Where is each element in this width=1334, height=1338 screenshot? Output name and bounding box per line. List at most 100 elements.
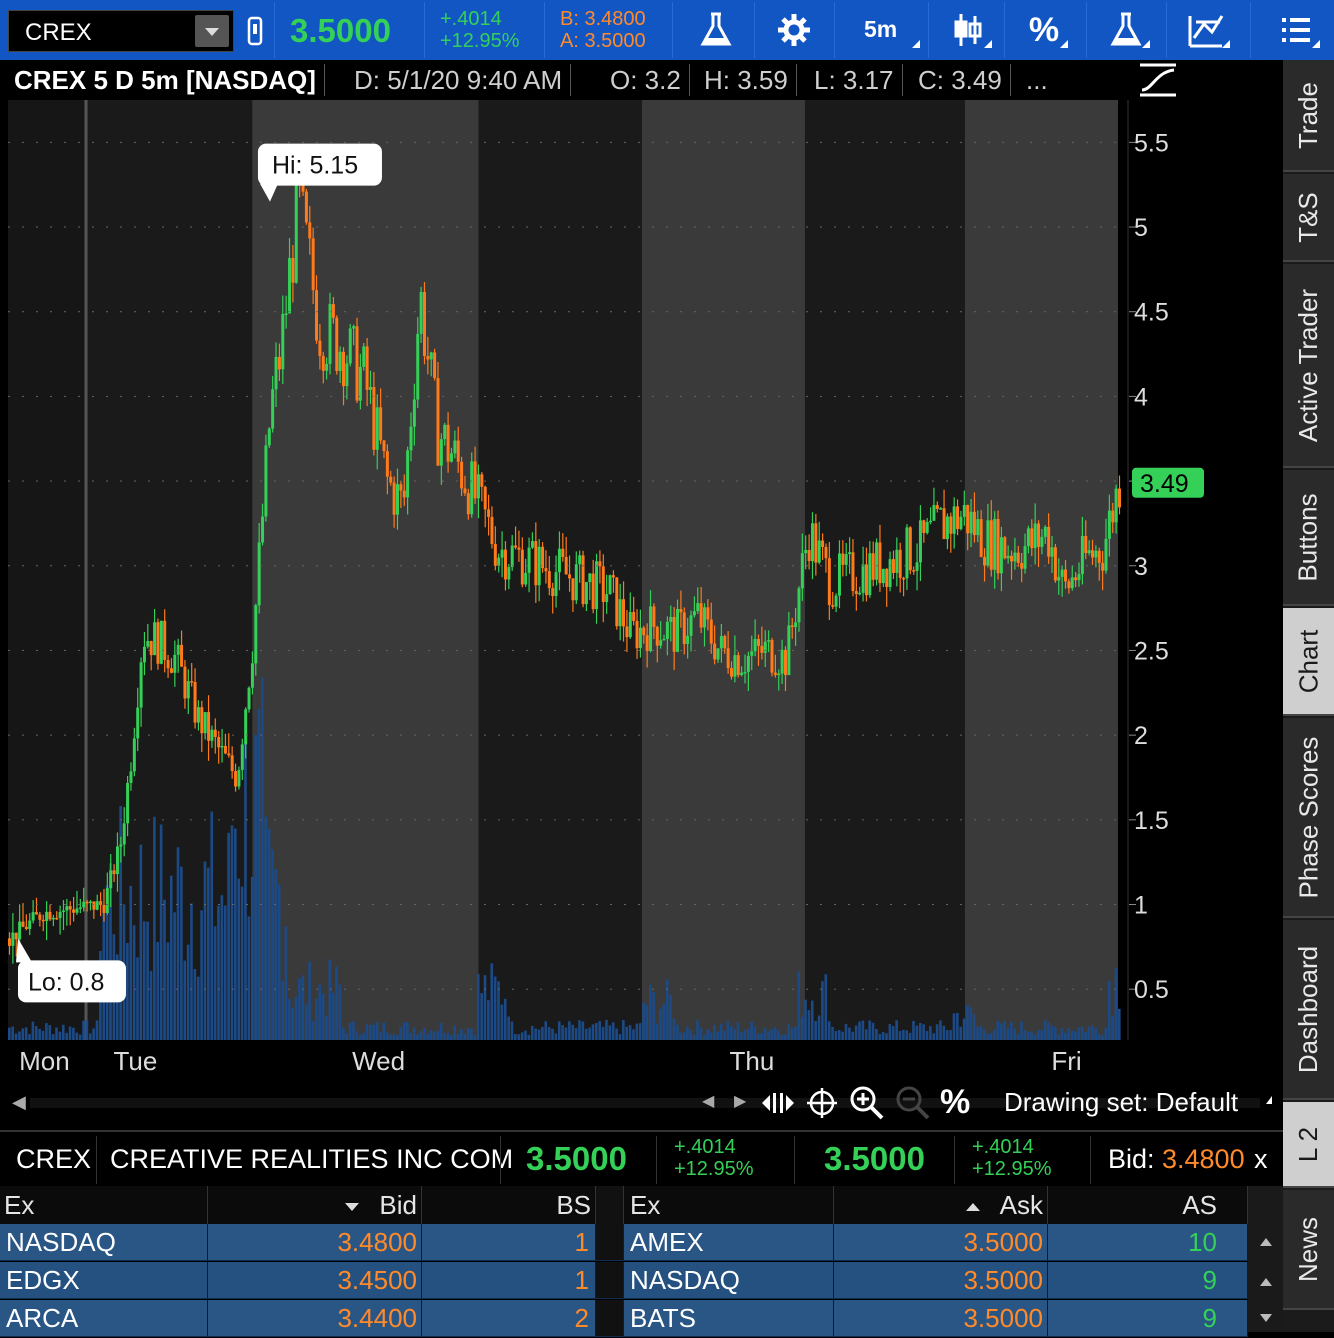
scroll-up-icon-2[interactable]: [1260, 1278, 1272, 1286]
volume-bar: [419, 1030, 423, 1040]
more-ellipsis[interactable]: ...: [1018, 64, 1056, 96]
candle-body: [831, 604, 835, 607]
volume-bar: [200, 910, 203, 1040]
candle-body: [1080, 535, 1084, 575]
col-as[interactable]: AS: [1048, 1186, 1248, 1224]
candle-body: [821, 540, 825, 547]
volume-bar: [227, 832, 230, 1040]
volume-bar: [949, 1030, 952, 1040]
chevron-down-icon[interactable]: [195, 15, 229, 47]
col-bid[interactable]: Bid: [208, 1186, 422, 1224]
candle-body: [672, 616, 676, 652]
candle-body: [129, 771, 133, 783]
candle-body: [726, 648, 730, 669]
candlestick-style-icon[interactable]: [938, 6, 998, 54]
candle-body: [1070, 577, 1074, 589]
tab-trade[interactable]: Trade: [1283, 60, 1334, 172]
book-scrollbar[interactable]: [1248, 1186, 1283, 1332]
volume-bar: [628, 1025, 632, 1040]
zoom-out-icon[interactable]: [894, 1084, 932, 1120]
net-change: +.4014 +12.95%: [440, 8, 520, 52]
expand-width-icon[interactable]: [760, 1088, 796, 1118]
volume-bar: [230, 825, 234, 1040]
volume-bar: [409, 1033, 413, 1040]
volume-bar: [837, 1029, 841, 1040]
candle-body: [652, 606, 656, 627]
candle-body: [149, 641, 153, 656]
volume-bar: [325, 1015, 328, 1040]
col-bs[interactable]: BS: [422, 1186, 596, 1224]
tab-news[interactable]: News: [1283, 1190, 1334, 1310]
candle-body: [65, 906, 69, 911]
percent-icon[interactable]: %: [1014, 6, 1074, 54]
candle-body: [760, 645, 764, 653]
l2-symbol[interactable]: CREX: [16, 1142, 91, 1176]
tab-level-2[interactable]: L 2: [1283, 1102, 1334, 1188]
tab-buttons[interactable]: Buttons: [1283, 470, 1334, 606]
candle-body: [213, 729, 217, 738]
col-ask[interactable]: Ask: [834, 1186, 1048, 1224]
candle-body: [922, 520, 926, 533]
crosshair-icon[interactable]: [806, 1087, 838, 1119]
l2-bid-x: x: [1254, 1144, 1268, 1174]
scroll-left-icon[interactable]: ◀: [12, 1092, 26, 1113]
scroll-down-icon[interactable]: [1260, 1314, 1272, 1322]
studies-flask-icon[interactable]: [1096, 6, 1156, 54]
volume-bar: [622, 1020, 625, 1040]
volume-bar: [773, 1027, 777, 1040]
volume-bar: [1087, 1026, 1091, 1040]
menu-list-icon[interactable]: [1266, 6, 1326, 54]
tab-active-trader[interactable]: Active Trader: [1283, 264, 1334, 468]
volume-bar: [659, 1008, 662, 1040]
candle-body: [841, 553, 845, 565]
volume-bar: [898, 1031, 902, 1040]
flask-icon[interactable]: [686, 6, 746, 54]
volume-bar: [821, 981, 824, 1040]
link-icon[interactable]: [246, 16, 264, 46]
volume-bar: [240, 886, 244, 1040]
volume-bar: [598, 1021, 602, 1040]
volume-bar: [736, 1022, 740, 1040]
candle-body: [288, 257, 292, 314]
tab-phase-scores[interactable]: Phase Scores: [1283, 718, 1334, 918]
ask-value: A: 3.5000: [560, 30, 646, 52]
tab-dashboard[interactable]: Dashboard: [1283, 920, 1334, 1100]
volume-bar: [65, 1032, 68, 1040]
volume-bar: [500, 1004, 504, 1040]
zoom-in-icon[interactable]: [848, 1084, 886, 1120]
volume-bar: [315, 998, 318, 1040]
tab-chart[interactable]: Chart: [1283, 608, 1334, 716]
pan-left-icon[interactable]: ◀: [702, 1084, 714, 1120]
percent-view-icon[interactable]: %: [940, 1084, 970, 1120]
candle-body: [358, 366, 362, 401]
candle-body: [844, 554, 848, 565]
candle-body: [972, 511, 976, 536]
candle-body: [409, 426, 413, 451]
tab-time-and-sales[interactable]: T&S: [1283, 174, 1334, 262]
volume-bar: [790, 1028, 794, 1040]
drawing-set-dropdown-icon[interactable]: [1266, 1096, 1272, 1104]
pan-right-icon[interactable]: ▶: [734, 1084, 746, 1120]
volume-bar: [456, 1033, 460, 1040]
volume-bar: [682, 1032, 686, 1040]
candle-body: [136, 707, 140, 739]
drawing-set-selector[interactable]: Drawing set: Default: [1004, 1087, 1238, 1118]
scroll-up-icon[interactable]: [1260, 1238, 1272, 1246]
col-ex-bid[interactable]: Ex: [0, 1186, 208, 1224]
volume-bar: [483, 975, 487, 1040]
symbol-input[interactable]: CREX: [25, 19, 92, 47]
col-ex-ask[interactable]: Ex: [624, 1186, 834, 1224]
gear-icon[interactable]: [764, 6, 824, 54]
price-chart[interactable]: 0.511.522.533.544.555.53.49 MonTueWedThu…: [0, 60, 1283, 1120]
symbol-selector[interactable]: CREX: [8, 10, 234, 52]
candle-body: [365, 346, 369, 390]
price-tick-label: 1: [1134, 892, 1148, 920]
candle-body: [196, 707, 200, 723]
chart-style-icon[interactable]: [1138, 62, 1178, 98]
volume-bar: [490, 963, 494, 1040]
volume-bar: [797, 971, 801, 1040]
volume-bar: [952, 1013, 956, 1040]
drawings-icon[interactable]: [1176, 6, 1236, 54]
volume-bar: [1040, 1029, 1044, 1040]
chart-title[interactable]: CREX 5 D 5m [NASDAQ]: [6, 64, 325, 96]
